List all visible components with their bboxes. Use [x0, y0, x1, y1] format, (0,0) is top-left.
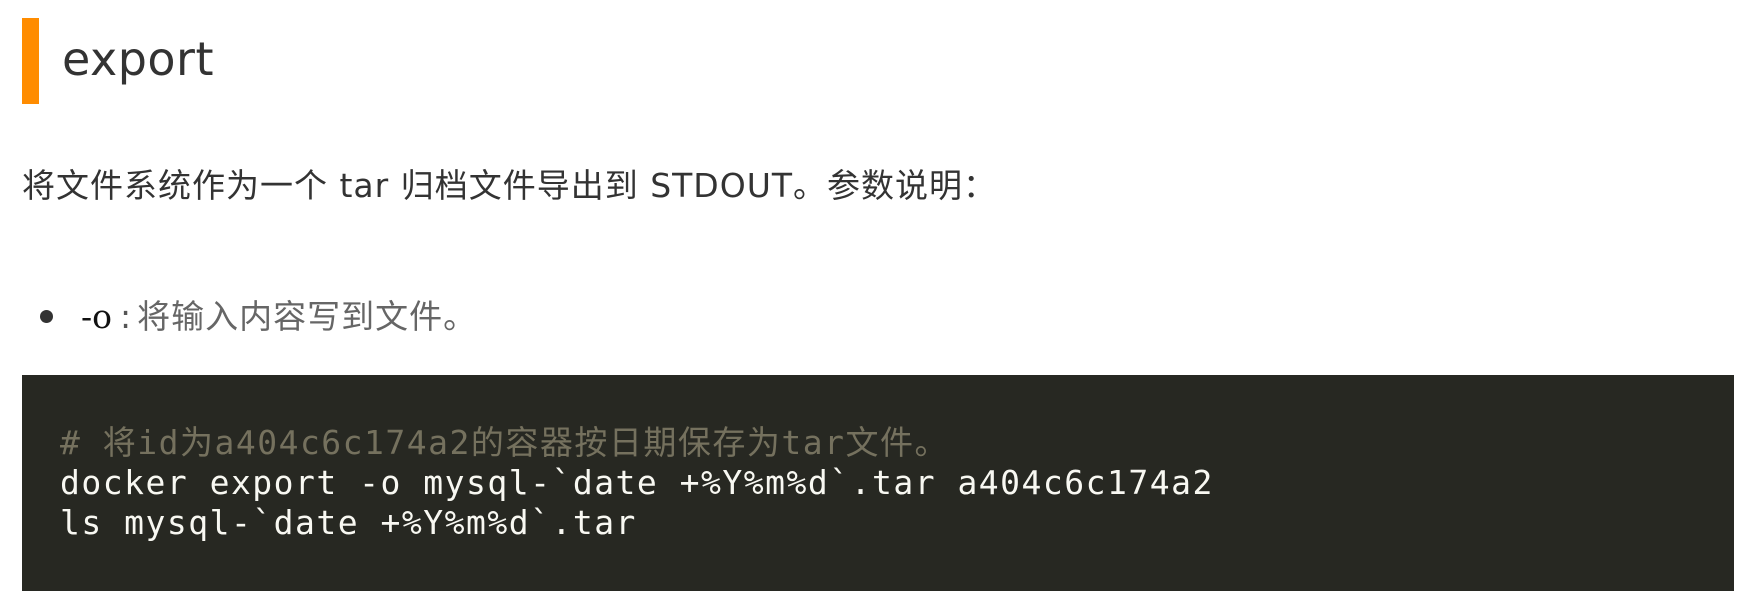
- list-item: -o : 将输入内容写到文件。: [40, 297, 477, 337]
- param-description: 将输入内容写到文件。: [137, 297, 478, 336]
- code-comment-line: # 将id为a404c6c174a2的容器按日期保存为tar文件。: [60, 423, 949, 462]
- section-heading: export: [22, 18, 214, 104]
- section-title: export: [62, 32, 215, 86]
- param-separator: :: [120, 297, 132, 336]
- code-block: # 将id为a404c6c174a2的容器按日期保存为tar文件。 docker…: [22, 375, 1734, 591]
- code-line-ls: ls mysql-`date +%Y%m%d`.tar: [60, 503, 637, 542]
- code-line-docker-export: docker export -o mysql-`date +%Y%m%d`.ta…: [60, 463, 1214, 502]
- intro-paragraph: 将文件系统作为一个 tar 归档文件导出到 STDOUT。参数说明：: [22, 166, 997, 205]
- parameter-list: -o : 将输入内容写到文件。: [40, 297, 477, 337]
- bullet-icon: [40, 310, 53, 324]
- heading-accent-bar: [22, 18, 39, 104]
- param-flag: -o: [81, 297, 113, 336]
